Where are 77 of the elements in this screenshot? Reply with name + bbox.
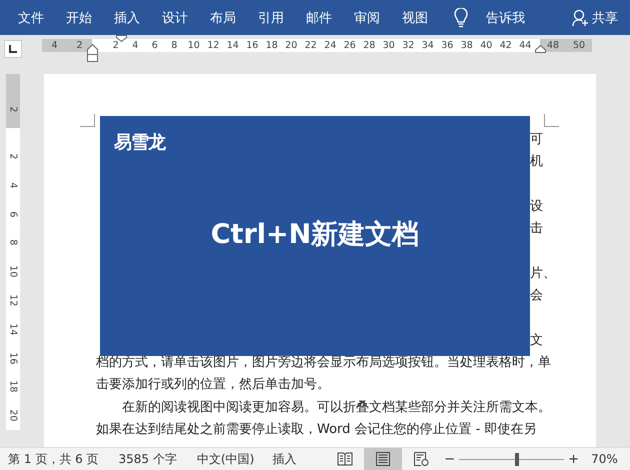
text-fragment: 设 — [530, 198, 543, 216]
page-count[interactable]: 第 1 页，共 6 页 — [8, 450, 99, 468]
zoom-percent[interactable]: 70% — [591, 452, 618, 466]
menu-tab[interactable]: 视图 — [402, 8, 428, 26]
ruler-number: 14 — [6, 323, 20, 336]
text-fragment: 击 — [530, 220, 543, 238]
ruler-number: 6 — [6, 210, 20, 218]
ruler-number: 8 — [6, 240, 20, 246]
ruler-number: 8 — [170, 39, 178, 52]
right-indent-icon[interactable] — [535, 45, 546, 53]
ruler-number: 40 — [479, 39, 494, 52]
ruler-number: 30 — [382, 39, 396, 52]
ruler-number: 50 — [572, 39, 586, 52]
text-fragment: 可 — [530, 131, 543, 148]
corner-mark — [80, 114, 95, 127]
menu-tab[interactable]: 引用 — [258, 8, 284, 26]
corner-tab-icon — [9, 45, 17, 53]
menu-tab[interactable]: 审阅 — [354, 8, 380, 26]
ruler-number: 32 — [401, 39, 416, 52]
ruler-number: 48 — [546, 39, 560, 52]
language-indicator[interactable]: 中文(中国) — [196, 450, 254, 468]
ruler-number: 12 — [6, 294, 20, 306]
text-fragment: 文 — [530, 332, 543, 349]
ruler-number: 12 — [206, 39, 220, 52]
insert-mode-indicator[interactable]: 插入 — [272, 450, 296, 468]
ruler-number: 4 — [51, 39, 58, 52]
ruler-number: 18 — [264, 39, 279, 52]
ruler-number: 10 — [6, 266, 20, 278]
zoom-out-button[interactable]: − — [444, 452, 456, 466]
ruler-number: 6 — [150, 39, 159, 52]
ruler-number: 16 — [6, 352, 20, 364]
menu-tab[interactable]: 布局 — [210, 8, 236, 26]
zoom-in-button[interactable]: + — [568, 452, 580, 466]
ruler-number: 36 — [440, 39, 454, 52]
text-fragment: 片、 — [530, 264, 556, 282]
text-line: 击要添加行或列的位置，然后单击加号。 — [96, 376, 330, 394]
person-plus-icon — [572, 8, 589, 26]
menu-tab[interactable]: 文件 — [18, 8, 44, 26]
tab-selector-button[interactable] — [4, 40, 22, 58]
menu-tab[interactable]: 设计 — [162, 8, 188, 26]
ruler-number: 24 — [323, 39, 338, 52]
logo-text: 易雪龙 — [114, 131, 165, 154]
corner-mark — [544, 114, 559, 127]
ruler-number: 4 — [6, 182, 20, 188]
ruler-number: 22 — [304, 39, 318, 52]
text-fragment: 会 — [530, 287, 543, 304]
print-layout-icon[interactable] — [364, 448, 402, 470]
ruler-number: 4 — [131, 39, 140, 52]
ruler-number: 10 — [186, 39, 201, 52]
menu-tab[interactable]: 插入 — [114, 8, 140, 26]
ruler-number: 2 — [6, 153, 20, 160]
word-count[interactable]: 3585 个字 — [118, 450, 177, 468]
ruler-number: 34 — [420, 39, 435, 52]
indent-marker-icon[interactable] — [87, 44, 98, 62]
menu-tab[interactable]: 邮件 — [306, 8, 332, 26]
ruler-number: 20 — [6, 410, 20, 422]
ruler-number: 20 — [284, 39, 298, 52]
ruler-number: 18 — [6, 380, 20, 393]
ruler-number: 42 — [498, 39, 513, 52]
text-fragment: 机 — [530, 153, 543, 170]
ruler-number: 16 — [245, 39, 260, 52]
ruler-number: 2 — [76, 39, 83, 52]
ruler-number: 14 — [226, 39, 240, 52]
menu-tab[interactable]: 开始 — [66, 8, 92, 26]
tell-me-field[interactable]: 告诉我 — [486, 8, 525, 26]
banner-title: Ctrl+N新建文档 — [210, 218, 420, 252]
text-line: 在新的阅读视图中阅读更加容易。可以折叠文档某些部分并关注所需文本。 — [122, 398, 551, 416]
ruler-number: 28 — [362, 39, 376, 52]
lightbulb-icon[interactable] — [454, 8, 468, 28]
text-line: 如果在达到结尾处之前需要停止读取，Word 会记住您的停止位置 - 即使在另 — [96, 421, 537, 438]
ruler-number: 2 — [112, 39, 120, 52]
ruler-number: 44 — [518, 39, 532, 52]
slider-thumb[interactable] — [514, 452, 519, 466]
share-button[interactable]: 共享 — [572, 8, 618, 26]
ruler-number: 38 — [460, 39, 474, 52]
ruler-number: 26 — [342, 39, 357, 52]
ruler-number: 2 — [6, 106, 20, 113]
